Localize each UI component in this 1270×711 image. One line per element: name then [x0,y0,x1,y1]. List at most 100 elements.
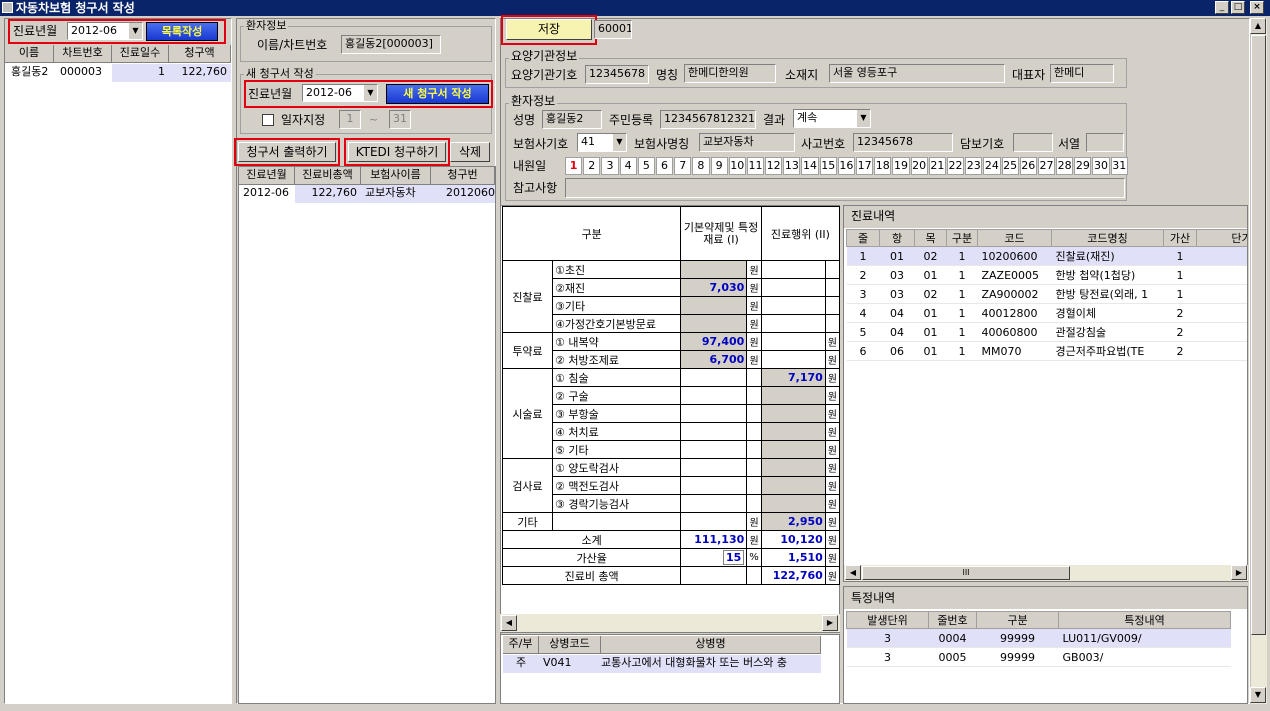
visit-day-8[interactable]: 8 [692,157,710,175]
table-row[interactable]: 3 0004 99999 LU011/GV009/ [846,628,1231,648]
col-header[interactable]: 진료비총액 [295,167,361,185]
visit-day-30[interactable]: 30 [1092,157,1110,175]
col-header[interactable]: 코드 [977,229,1052,247]
visit-day-26[interactable]: 26 [1019,157,1037,175]
visit-day-4[interactable]: 4 [619,157,637,175]
date-to-field[interactable]: 31 [389,110,411,129]
visit-day-3[interactable]: 3 [601,157,619,175]
cost-basic-value[interactable]: 7,030 [680,278,748,297]
cost-basic-value[interactable] [680,368,748,387]
col-header[interactable]: 발생단위 [846,611,929,629]
scroll-up-icon[interactable]: ▲ [1250,18,1266,34]
cost-act-value[interactable] [760,296,826,315]
scroll-thumb[interactable]: III [862,566,1070,580]
col-header[interactable]: 구분 [976,611,1059,629]
minimize-button[interactable]: _ [1215,1,1229,14]
cost-hscroll[interactable] [500,614,840,632]
ins-code-select[interactable]: 41 ▼ [577,133,627,152]
visit-day-25[interactable]: 25 [1001,157,1019,175]
col-header[interactable]: 가산 [1163,229,1197,247]
visit-day-7[interactable]: 7 [674,157,692,175]
col-header[interactable]: 항 [879,229,915,247]
cost-act-value[interactable] [760,494,826,513]
visit-day-6[interactable]: 6 [655,157,674,175]
cost-basic-value[interactable]: 97,400 [680,332,748,351]
cost-basic-value[interactable] [680,314,748,333]
cost-act-value[interactable] [760,476,826,495]
cost-basic-value[interactable] [680,296,748,315]
cost-act-value[interactable] [760,458,826,477]
date-from-field[interactable]: 1 [339,110,361,129]
visit-day-2[interactable]: 2 [583,157,601,175]
cost-basic-value[interactable] [680,386,748,405]
col-header[interactable]: 이름 [5,45,54,63]
new-claim-button[interactable]: 새 청구서 작성 [386,84,489,104]
visit-day-18[interactable]: 18 [874,157,892,175]
col-header[interactable]: 주/부 [503,636,539,654]
visit-day-12[interactable]: 12 [765,157,783,175]
cost-act-value[interactable] [760,278,826,297]
close-button[interactable]: × [1250,1,1264,14]
col-header[interactable]: 목 [914,229,947,247]
visit-day-24[interactable]: 24 [983,157,1001,175]
list-item[interactable]: 홍길동2 000003 1 122,760 [5,64,231,82]
save-button[interactable]: 저장 [506,19,592,40]
col-header[interactable]: 특정내역 [1058,611,1231,629]
scroll-left-icon[interactable]: ◀ [845,565,861,580]
visit-day-14[interactable]: 14 [801,157,819,175]
col-header[interactable]: 청구번 [431,167,495,185]
table-row[interactable]: 40401140012800경혈이체24,1 [846,303,1247,323]
scroll-right-icon[interactable]: ▶ [822,615,838,631]
list-create-button[interactable]: 목록작성 [146,22,218,41]
visit-day-16[interactable]: 16 [837,157,855,175]
col-header[interactable]: 보험사이름 [361,167,431,185]
table-row[interactable]: 203011ZAZE0005한방 첩약(1첩당)14,8 [846,265,1247,285]
visit-day-22[interactable]: 22 [946,157,965,175]
table-row[interactable]: 50401140060800관절강침술23,0 [846,322,1247,342]
ktedi-claim-button[interactable]: KTEDI 청구하기 [348,142,446,162]
cost-act-value[interactable] [760,260,826,279]
cost-basic-value[interactable] [680,458,748,477]
visit-day-28[interactable]: 28 [1056,157,1074,175]
cost-act-value[interactable] [760,314,826,333]
visit-day-15[interactable]: 15 [819,157,837,175]
col-header[interactable]: 진료일수 [112,45,169,63]
result-select[interactable]: 계속 ▼ [793,109,871,128]
cost-act-value[interactable] [760,422,826,441]
rate-field[interactable]: 15 [680,548,748,567]
cost-act-value[interactable] [760,440,826,459]
scroll-down-icon[interactable]: ▼ [1250,687,1266,703]
cost-act-value[interactable] [760,350,826,369]
maximize-button[interactable]: □ [1231,1,1245,14]
col-header[interactable]: 청구액 [169,45,231,63]
cost-basic-value[interactable]: 6,700 [680,350,748,369]
table-row[interactable]: 10102110200600진찰료(재진)17,0 [846,246,1247,266]
visit-day-1[interactable]: 1 [565,157,583,175]
cost-basic-value[interactable] [680,494,748,513]
col-header[interactable]: 코드명칭 [1051,229,1164,247]
visit-day-19[interactable]: 19 [892,157,910,175]
cost-basic-value[interactable] [680,404,748,423]
visit-day-11[interactable]: 11 [746,157,765,175]
table-row[interactable]: 303021ZA900002한방 탕전료(외래, 116,7 [846,284,1247,304]
table-row[interactable]: 606011MM070경근저주파요법(TE22,9 [846,341,1247,361]
vscroll-thumb[interactable] [1251,35,1266,635]
cost-act-value[interactable] [760,332,826,351]
cost-basic-value[interactable] [680,440,748,459]
col-header[interactable]: 상병코드 [539,636,601,654]
visit-day-27[interactable]: 27 [1037,157,1056,175]
visit-day-5[interactable]: 5 [637,157,655,175]
cost-basic-value[interactable] [680,476,748,495]
delete-button[interactable]: 삭제 [450,142,490,162]
visit-day-21[interactable]: 21 [928,157,946,175]
cost-basic-value[interactable] [680,260,748,279]
visit-day-17[interactable]: 17 [856,157,874,175]
visit-day-20[interactable]: 20 [910,157,928,175]
col-header[interactable]: 구분 [946,229,978,247]
col-header[interactable]: 상병명 [601,636,821,654]
table-row[interactable]: 3 0005 99999 GB003/ [846,647,1231,667]
visit-day-29[interactable]: 29 [1074,157,1092,175]
table-row[interactable]: 2012-06 122,760 교보자동차 2012060 [239,185,495,203]
col-header[interactable]: 단가 [1196,229,1247,247]
visit-day-9[interactable]: 9 [710,157,728,175]
